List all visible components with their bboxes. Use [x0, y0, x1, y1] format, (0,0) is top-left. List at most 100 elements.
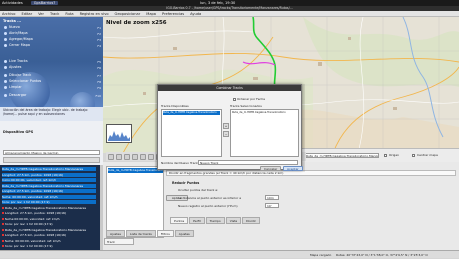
shortcut-label: F3 — [97, 38, 101, 42]
available-track-item[interactable]: Ruta_de_m·HRTB·Cagaboa·Transiloratorio — [163, 111, 220, 115]
shortcut-label: F8 — [97, 80, 101, 84]
center-map-label: Centrar mapa — [417, 153, 438, 157]
menu-item-cerrar[interactable]: Cerrar Mapa — [4, 43, 30, 48]
tab-track[interactable]: Track — [104, 238, 134, 245]
available-tracks-header: Tracks Disponibles — [161, 104, 189, 108]
tool-button[interactable] — [148, 153, 154, 160]
remove-track-icon[interactable]: − — [223, 131, 229, 137]
track-list[interactable]: Ruta_de_m·HRTB·Cagaboa·Transiloratorio — [106, 166, 164, 238]
menu-geoposicionar[interactable]: Geoposicionar — [115, 12, 141, 16]
gps-toolbar[interactable] — [3, 157, 100, 163]
menu-ruta[interactable]: Ruta — [65, 12, 73, 16]
add-track-icon[interactable]: + — [223, 123, 229, 129]
console-line-text: fecha:00:00:00, velocidad: ref: km/h — [5, 216, 60, 221]
accept-button[interactable]: Aceptar — [283, 166, 303, 171]
workdir-path: /home/... pulse aqui y en subsecciones — [3, 112, 65, 116]
new-icon — [4, 25, 7, 29]
tab-dividir[interactable]: Dividir — [242, 217, 260, 224]
menu-preferencias[interactable]: Preferencias — [162, 12, 184, 16]
activities-button[interactable]: Actividades — [2, 1, 23, 5]
menu-mapa[interactable]: Mapa — [146, 12, 156, 16]
app-menu-button[interactable]: GpsBarrios? — [30, 1, 59, 5]
menu-item-abrir[interactable]: Abrir/Mapa — [4, 31, 28, 36]
console-line: Ruta_de_m·HRTB·Cagaboa·Transiloratorio·M… — [2, 205, 96, 210]
min-distance-spin[interactable]: 10m — [265, 195, 279, 200]
tool-button[interactable] — [132, 153, 138, 160]
console-line: Ruta_de_m·HRTB·Cagaboa·Transiloratorio·M… — [2, 227, 96, 232]
menu-item-agregar[interactable]: Agregar/Mapa — [4, 37, 33, 42]
clear-icon — [4, 85, 7, 89]
menu-ayuda[interactable]: Ayuda — [190, 12, 201, 16]
shortcut-label: F2 — [97, 32, 101, 36]
tool-button[interactable] — [140, 153, 146, 160]
menu-track[interactable]: Track — [50, 12, 59, 16]
combine-tracks-dialog: Combinar Tracks Ordenar por Fecha Tracks… — [157, 84, 303, 171]
console-line: fecha: 00:00:00, velocidad: ref: km/h — [2, 238, 96, 243]
left-menu: Tracks ... Nuevo F1 Abrir/Mapa F2 Agrega… — [0, 17, 103, 117]
origin-checkbox[interactable] — [384, 154, 387, 157]
route-controls: Ruta_de_m·HRTB·Cagaboa·Transiloratorio·M… — [302, 148, 459, 162]
console-line-text: Ruta_de_m·HRTB·Cagaboa·Transiloratorio·M… — [5, 227, 87, 232]
console-line-text: fecha: 00:00:00, velocidad: ref: km/h — [5, 238, 61, 243]
selected-track-item[interactable]: Ruta_de_m·HRTB·Cagaboa·Transiloratorio — [232, 111, 297, 115]
tab-ajustes[interactable]: Ajustes — [106, 230, 125, 237]
tab-perfil[interactable]: Perfil — [189, 217, 205, 224]
tool-button[interactable] — [108, 153, 114, 160]
bottom-tabs: Ajustes Lista de tracks Filtros Ajustes — [106, 230, 306, 237]
param-tabs: Puntos Perfil Tiempo Vista Dividir — [170, 217, 310, 224]
new-track-name-input[interactable]: Nuevo Track — [198, 160, 298, 165]
center-map-checkbox[interactable] — [412, 154, 415, 157]
time-gap-spin[interactable]: 10' — [265, 203, 279, 208]
tab-puntos[interactable]: Puntos — [170, 217, 189, 224]
shortcut-label: F10 — [95, 94, 101, 98]
param-hide-points[interactable]: Ocultar puntos del track a: — [178, 188, 218, 192]
menu-item-dibujar[interactable]: Dibujar Track — [4, 73, 31, 78]
console-line-text: Ruta_de_m·HRTB·Cagaboa·Transiloratorio·M… — [2, 183, 84, 188]
available-tracks-list[interactable]: Ruta_de_m·HRTB·Cagaboa·Transiloratorio — [161, 109, 222, 157]
menu-archivo[interactable]: Archivo — [2, 12, 15, 16]
console-line-text: Ruta_de_m·HRTB·Cagaboa·Transiloratorio·M… — [5, 205, 87, 210]
tab-vista[interactable]: Vista — [225, 217, 242, 224]
console-line: hora: por rev: 1 h2 00:00 (17.9) — [2, 200, 96, 204]
cancel-button[interactable]: Cancelar — [260, 166, 282, 171]
menu-item-descargar[interactable]: Descargar — [4, 93, 26, 98]
decorative-bubble — [10, 72, 50, 112]
params-title: Reducir Puntos — [172, 181, 200, 185]
tab-tiempo[interactable]: Tiempo — [205, 217, 225, 224]
tool-button[interactable] — [124, 153, 130, 160]
sort-by-date-option[interactable]: Ordenar por Fecha — [233, 97, 265, 101]
selected-tracks-list[interactable]: Ruta_de_m·HRTB·Cagaboa·Transiloratorio — [230, 109, 299, 157]
console-line-text: Inicio:00:00:00, velocidad: ref: km/h — [2, 178, 57, 182]
menu-item-live[interactable]: Live Tracks — [4, 59, 28, 64]
console-line: fecha: 00:00:00, velocidad: ref: km/h — [2, 194, 96, 199]
menu-item-seleccionar[interactable]: Seleccionar Puntos — [4, 79, 41, 84]
gps-device-select[interactable]: Almacenamiento Masivo de Garmin — [3, 150, 100, 155]
workdir-panel[interactable]: Ubicación del área de trabajo: Elegir ub… — [0, 107, 103, 121]
tab-lista-tracks[interactable]: Lista de tracks — [125, 230, 156, 237]
new-track-name-label: Nombre del Nuevo Track: — [161, 161, 199, 165]
param-min-distance: La distancia al punto anterior es inferi… — [178, 196, 242, 200]
menu-item-nuevo[interactable]: Nuevo — [4, 25, 20, 30]
console-line: hora: por rev: 1 h2 00:00 (17.9) — [2, 222, 96, 226]
marker-icon — [2, 212, 4, 214]
menu-item-ajustes[interactable]: Ajustes — [4, 65, 21, 70]
menu-registro[interactable]: Registro en vivo — [80, 12, 109, 16]
console-line: fecha:00:00:00, velocidad: ref: km/h — [2, 216, 96, 221]
tool-button[interactable] — [116, 153, 122, 160]
marker-icon — [2, 223, 4, 225]
console-line-text: Longitud: 27.5 km, puntos: 1098 (16/16) — [2, 172, 64, 177]
origin-label: Origen — [389, 153, 400, 157]
status-bar: Mapa cargado Rutas: 40°37'43,0" N / 3°1'… — [0, 250, 459, 258]
clock[interactable]: lun, 3 de feb, 19:30 — [200, 1, 235, 5]
route-name-field[interactable]: Ruta_de_m·HRTB·Cagaboa·Transiloratorio·M… — [304, 153, 379, 158]
elevation-profile-thumbnail[interactable] — [106, 124, 132, 143]
menu-editar[interactable]: Editar — [21, 12, 32, 16]
console-line: Longitud: 27.5 km, puntos: 1098 (16/16) — [2, 189, 96, 193]
marker-icon — [2, 234, 4, 236]
track-info-console: Ruta_de_m·HRTB·Cagaboa·Transiloratorio·M… — [0, 165, 100, 258]
tab-ajustes-2[interactable]: Ajustes — [174, 230, 194, 237]
menu-ver[interactable]: Ver — [38, 12, 44, 16]
dialog-title: Combinar Tracks — [158, 85, 301, 91]
tab-filtros[interactable]: Filtros — [156, 230, 174, 237]
menu-item-limpiar[interactable]: Limpiar — [4, 85, 22, 90]
